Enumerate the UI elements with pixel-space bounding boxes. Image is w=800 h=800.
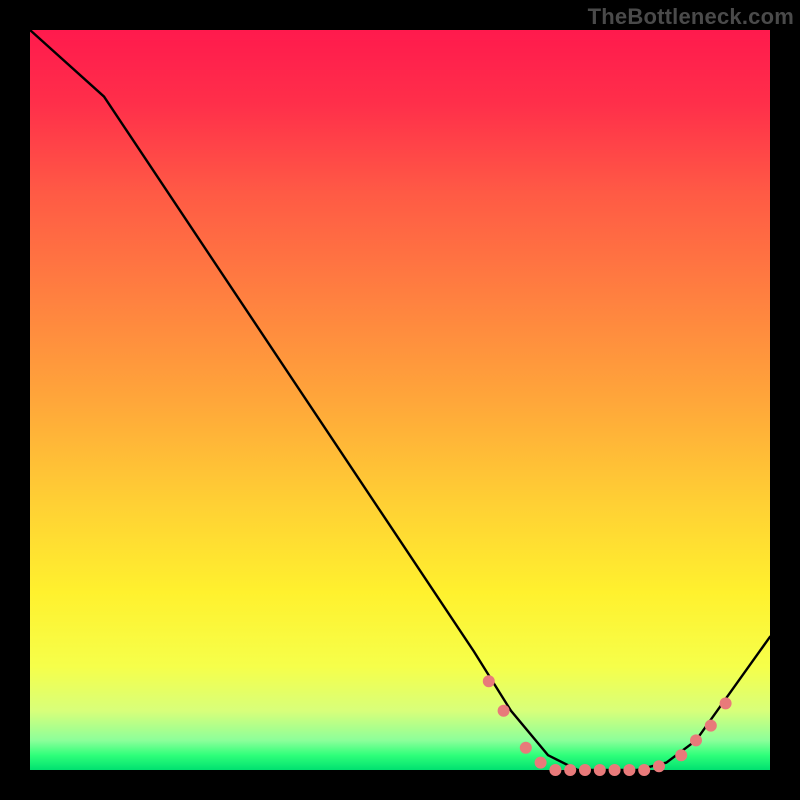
marker-dot bbox=[564, 764, 576, 776]
marker-dot bbox=[498, 705, 510, 717]
watermark-text: TheBottleneck.com bbox=[588, 4, 794, 30]
chart-svg bbox=[30, 30, 770, 770]
marker-dot bbox=[653, 760, 665, 772]
chart-frame: TheBottleneck.com bbox=[0, 0, 800, 800]
marker-dot bbox=[720, 697, 732, 709]
marker-dot bbox=[535, 757, 547, 769]
marker-dot bbox=[579, 764, 591, 776]
marker-dot bbox=[609, 764, 621, 776]
bottleneck-curve bbox=[30, 30, 770, 770]
marker-dot bbox=[705, 720, 717, 732]
marker-dot bbox=[638, 764, 650, 776]
marker-dot bbox=[690, 734, 702, 746]
marker-dot bbox=[594, 764, 606, 776]
marker-dot bbox=[675, 749, 687, 761]
marker-dot bbox=[520, 742, 532, 754]
bottleneck-markers bbox=[483, 675, 732, 776]
chart-plot-area bbox=[30, 30, 770, 770]
marker-dot bbox=[623, 764, 635, 776]
marker-dot bbox=[549, 764, 561, 776]
marker-dot bbox=[483, 675, 495, 687]
